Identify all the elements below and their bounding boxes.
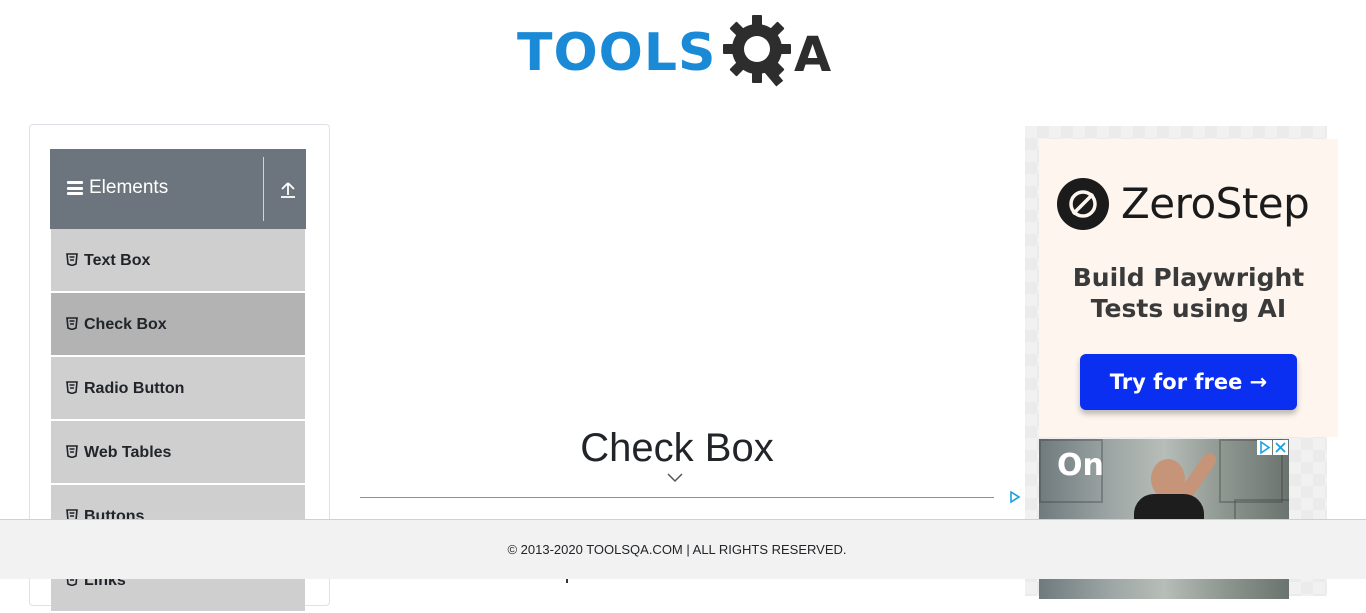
zerostep-logo-icon [1057, 178, 1109, 230]
sidebar-item-text-box[interactable]: Text Box [51, 229, 305, 293]
sidebar-item-web-tables[interactable]: Web Tables [51, 421, 305, 485]
headline-line-2: Tests using AI [1090, 294, 1287, 323]
html5-icon [66, 381, 78, 394]
logo-gear-q-icon: A [723, 15, 831, 87]
chevron-down-icon[interactable] [667, 473, 683, 483]
sidebar-item-check-box[interactable]: Check Box [51, 293, 305, 357]
sidebar-item-label: Radio Button [84, 380, 185, 397]
try-for-free-button[interactable]: Try for free → [1080, 354, 1297, 410]
sidebar-item-label: Check Box [84, 316, 167, 333]
ad-close-icon[interactable] [1273, 440, 1288, 455]
elements-group-header[interactable]: Elements [50, 149, 306, 229]
html5-icon [66, 445, 78, 458]
logo-text: TOOLS [517, 23, 717, 83]
adchoices-icon[interactable] [1009, 491, 1021, 503]
page-title: Check Box [580, 426, 774, 470]
group-title: Elements [89, 177, 169, 198]
toolsqa-logo[interactable]: TOOLS A [517, 15, 843, 91]
header-divider [263, 157, 264, 221]
logo-a-text: A [794, 27, 831, 83]
ad-model-head [1151, 459, 1185, 499]
html5-icon [66, 317, 78, 330]
sidebar-item-label: Web Tables [84, 444, 172, 461]
zerostep-headline: Build Playwright Tests using AI [1039, 262, 1338, 324]
footer: © 2013-2020 TOOLSQA.COM | ALL RIGHTS RES… [0, 519, 1366, 579]
zerostep-brand: ZeroStep [1121, 179, 1310, 228]
html5-icon [66, 253, 78, 266]
footer-copyright: © 2013-2020 TOOLSQA.COM | ALL RIGHTS RES… [507, 542, 847, 557]
adchoices-icon[interactable] [1257, 440, 1272, 455]
title-divider [360, 497, 994, 498]
sidebar-item-label: Text Box [84, 252, 151, 269]
collapse-upload-icon[interactable] [278, 180, 298, 200]
headline-line-1: Build Playwright [1072, 263, 1305, 292]
hamburger-icon [67, 181, 83, 195]
sidebar-item-radio-button[interactable]: Radio Button [51, 357, 305, 421]
on-brand-logo: On [1057, 448, 1104, 483]
zerostep-ad[interactable]: ZeroStep Build Playwright Tests using AI… [1039, 139, 1338, 437]
